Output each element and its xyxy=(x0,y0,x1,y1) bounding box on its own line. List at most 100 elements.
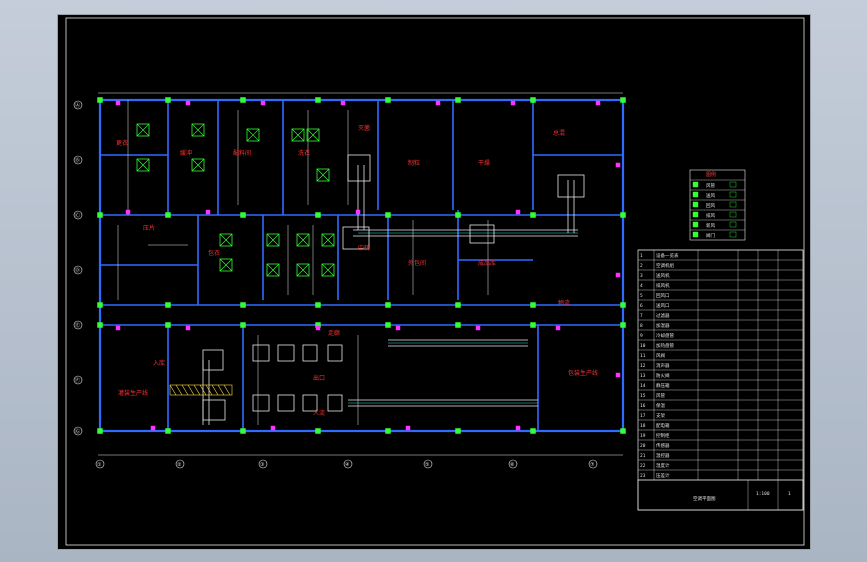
tag-marker xyxy=(515,209,521,215)
title-cell xyxy=(637,479,804,511)
equipment-unit xyxy=(302,394,318,412)
table-row-number: 11 xyxy=(640,353,646,359)
equipment-unit xyxy=(327,344,343,362)
column-marker xyxy=(240,212,246,218)
room-label-r20: 走廊 xyxy=(328,329,340,337)
tag-marker xyxy=(555,325,561,331)
drawing-sheet[interactable]: 更衣 缓冲 配料间 洗衣 灭菌 制粒 干燥 总混 压片 包衣 中转 外包间 成品库 入库 灌装生产线 包装生产… xyxy=(57,14,811,550)
column-marker xyxy=(97,212,103,218)
equipment-unit xyxy=(557,174,585,198)
room-label-r2: 缓冲 xyxy=(180,149,192,157)
legend-swatch xyxy=(692,211,699,218)
column-marker xyxy=(97,97,103,103)
cad-viewport[interactable]: 更衣 缓冲 配料间 洗衣 灭菌 制粒 干燥 总混 压片 包衣 中转 外包间 成品库 入库 灌装生产线 包装生产… xyxy=(0,0,867,562)
column-marker xyxy=(385,322,391,328)
legend-swatch xyxy=(692,191,699,198)
column-marker xyxy=(530,212,536,218)
room-label-r17: 出口 xyxy=(313,374,325,382)
room-label-r1: 更衣 xyxy=(116,139,128,147)
table-row-number: 5 xyxy=(640,293,643,299)
column-marker xyxy=(240,428,246,434)
room-label-r3: 配料间 xyxy=(233,149,251,157)
axis-label: ③ xyxy=(260,462,265,468)
tag-marker xyxy=(475,325,481,331)
stair-hatch xyxy=(181,384,189,396)
column-marker xyxy=(620,212,626,218)
room-label-r8: 总混 xyxy=(553,129,565,137)
table-row-number: 22 xyxy=(640,463,646,469)
column-marker xyxy=(315,428,321,434)
column-marker xyxy=(240,302,246,308)
table-row-name: 排风机 xyxy=(656,282,670,289)
tag-marker xyxy=(270,425,276,431)
table-row-number: 1 xyxy=(640,253,643,259)
legend-swatch xyxy=(729,221,737,228)
axis-label: Ⓑ xyxy=(75,157,80,164)
column-marker xyxy=(620,97,626,103)
table-row-number: 20 xyxy=(640,443,646,449)
legend-swatch xyxy=(692,181,699,188)
axis-label: ⑦ xyxy=(590,462,595,468)
legend-row: 风管 xyxy=(706,182,715,189)
room-label-r5: 灭菌 xyxy=(358,124,370,132)
column-marker xyxy=(165,97,171,103)
axis-label: Ⓖ xyxy=(75,428,80,435)
tag-marker xyxy=(315,325,321,331)
table-row-number: 21 xyxy=(640,453,646,459)
table-row-name: 空调机组 xyxy=(656,262,674,269)
room-label-r13: 成品库 xyxy=(478,259,496,267)
column-marker xyxy=(240,97,246,103)
room-label-r19: 物流 xyxy=(558,299,570,307)
column-marker xyxy=(530,428,536,434)
column-marker xyxy=(97,302,103,308)
axis-label: ④ xyxy=(345,462,350,468)
table-row-number: 17 xyxy=(640,413,646,419)
legend-swatch xyxy=(729,181,737,188)
tag-marker xyxy=(260,100,266,106)
room-label-r18: 人流 xyxy=(313,409,325,417)
column-marker xyxy=(455,302,461,308)
room-label-r15: 灌装生产线 xyxy=(118,389,148,397)
table-row-name: 风阀 xyxy=(656,352,665,359)
tag-marker xyxy=(205,209,211,215)
column-marker xyxy=(385,97,391,103)
tag-marker xyxy=(125,209,131,215)
room-label-r4: 洗衣 xyxy=(298,149,310,157)
column-marker xyxy=(620,428,626,434)
axis-label: Ⓐ xyxy=(75,102,80,109)
column-marker xyxy=(97,428,103,434)
legend-swatch xyxy=(729,201,737,208)
equipment-unit xyxy=(277,394,295,412)
room-label-r6: 制粒 xyxy=(408,159,420,167)
tag-marker xyxy=(355,209,361,215)
column-marker xyxy=(455,322,461,328)
equipment-unit xyxy=(277,344,295,362)
axis-label: Ⓔ xyxy=(75,322,80,329)
axis-label: Ⓕ xyxy=(75,377,80,384)
tag-marker xyxy=(115,100,121,106)
stair-hatch xyxy=(187,384,195,396)
stair-hatch xyxy=(169,384,177,396)
table-row-number: 9 xyxy=(640,333,643,339)
room-label-r16: 包装生产线 xyxy=(568,369,598,377)
column-marker xyxy=(315,212,321,218)
column-marker xyxy=(385,212,391,218)
table-row-number: 6 xyxy=(640,303,643,309)
tag-marker xyxy=(115,325,121,331)
axis-label: ⑥ xyxy=(510,462,515,468)
stair-hatch xyxy=(193,384,201,396)
legend-row: 阀门 xyxy=(706,232,715,239)
table-row-name: 保温 xyxy=(656,402,665,409)
legend-swatch xyxy=(729,211,737,218)
column-marker xyxy=(385,302,391,308)
table-row-number: 18 xyxy=(640,423,646,429)
equipment-unit xyxy=(202,399,226,421)
column-marker xyxy=(620,322,626,328)
table-row-name: 静压箱 xyxy=(656,382,670,389)
table-row-name: 湿度计 xyxy=(656,462,670,469)
table-row-name: 传感器 xyxy=(656,442,670,449)
room-label-r11: 中转 xyxy=(358,244,370,252)
table-row-number: 13 xyxy=(640,373,646,379)
table-row-name: 配电箱 xyxy=(656,422,670,429)
equipment-unit xyxy=(302,344,318,362)
